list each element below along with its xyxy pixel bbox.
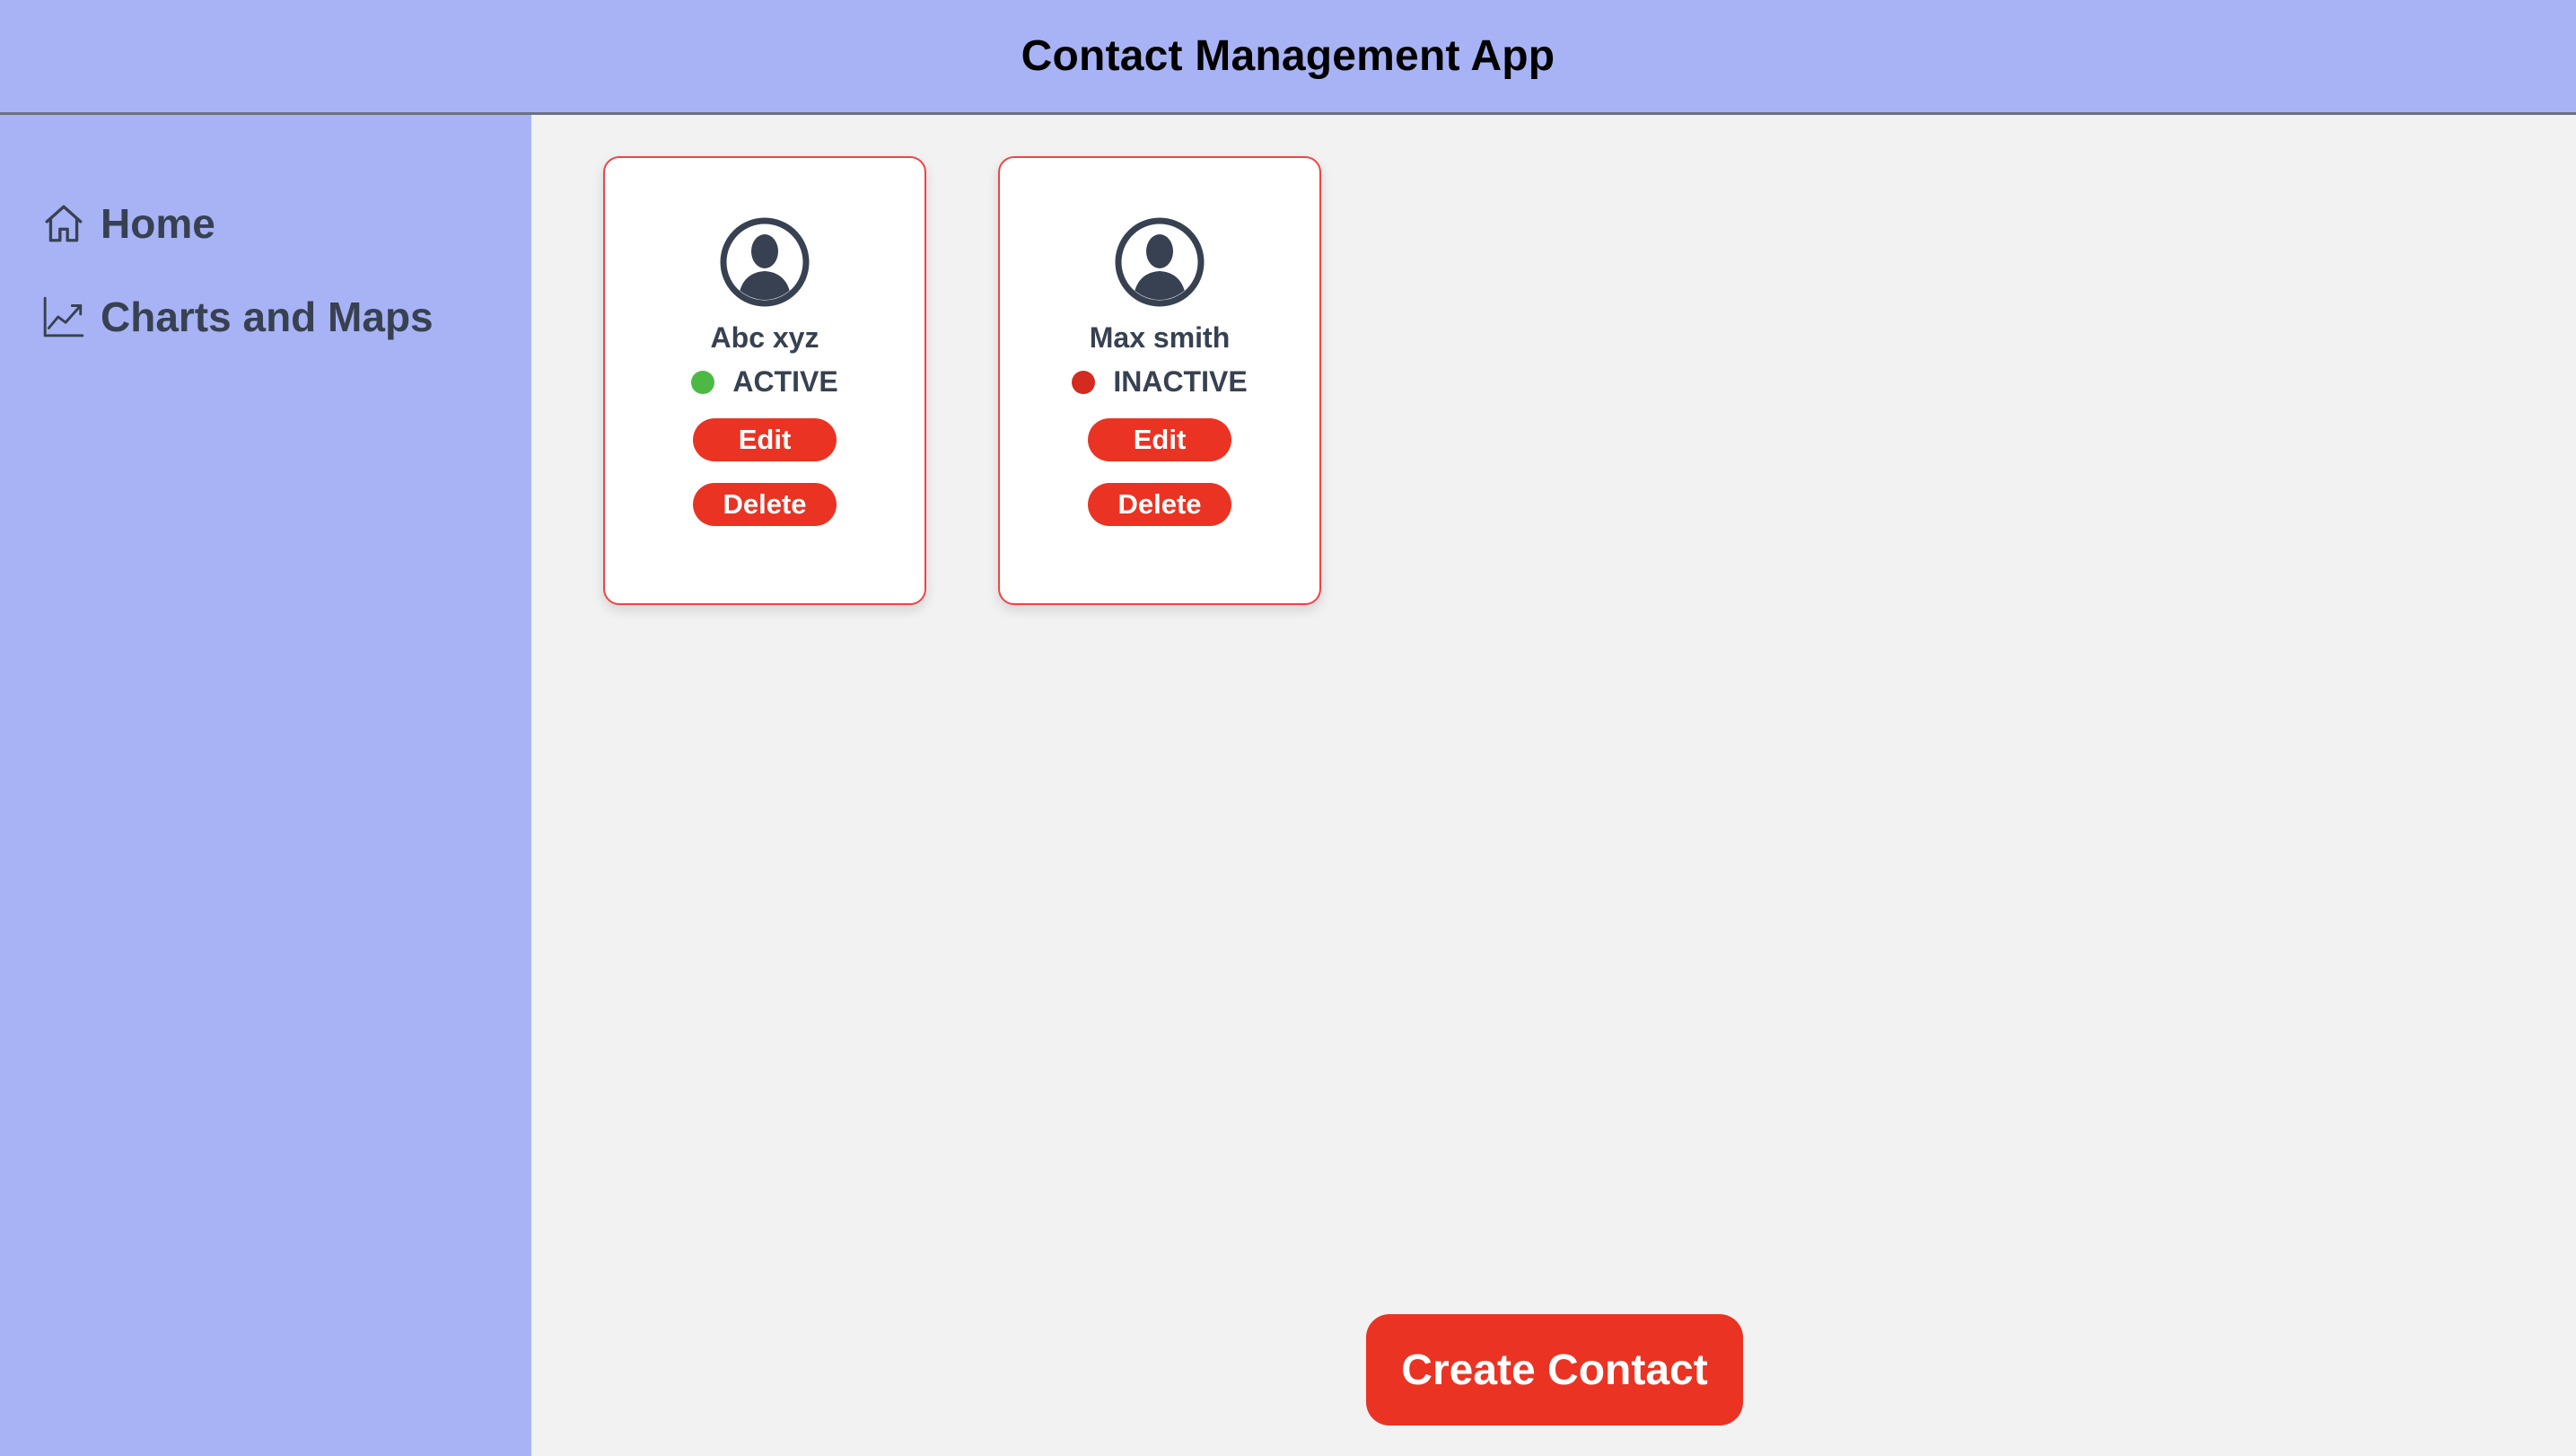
delete-button[interactable]: Delete	[1088, 483, 1231, 526]
status-dot-icon	[1072, 370, 1096, 394]
sidebar-item-home[interactable]: Home	[0, 192, 531, 255]
contact-name: Max smith	[1089, 321, 1231, 354]
status-label: INACTIVE	[1113, 365, 1248, 398]
contact-card: Max smith INACTIVE Edit Delete	[998, 156, 1321, 605]
sidebar-item-label: Charts and Maps	[101, 294, 434, 340]
contact-name: Abc xyz	[710, 321, 819, 354]
status-label: ACTIVE	[732, 365, 838, 398]
contact-card: Abc xyz ACTIVE Edit Delete	[603, 156, 926, 605]
home-icon	[41, 201, 86, 246]
sidebar-item-label: Home	[101, 200, 215, 247]
sidebar: Home Charts and Maps	[0, 115, 531, 1456]
edit-button[interactable]: Edit	[693, 418, 837, 461]
status-indicator: ACTIVE	[691, 365, 838, 399]
app-header: Contact Management App	[0, 0, 2576, 115]
status-indicator: INACTIVE	[1072, 365, 1248, 399]
user-avatar-icon	[1115, 217, 1205, 307]
sidebar-item-charts-and-maps[interactable]: Charts and Maps	[0, 285, 531, 348]
page-title: Contact Management App	[1021, 32, 1555, 80]
status-dot-icon	[691, 370, 715, 394]
delete-button[interactable]: Delete	[693, 483, 837, 526]
create-contact-button[interactable]: Create Contact	[1366, 1314, 1743, 1425]
edit-button[interactable]: Edit	[1088, 418, 1231, 461]
user-avatar-icon	[720, 217, 810, 307]
main-content: Abc xyz ACTIVE Edit Delete Max smith INA…	[531, 115, 2576, 1456]
chart-line-icon	[41, 294, 86, 339]
